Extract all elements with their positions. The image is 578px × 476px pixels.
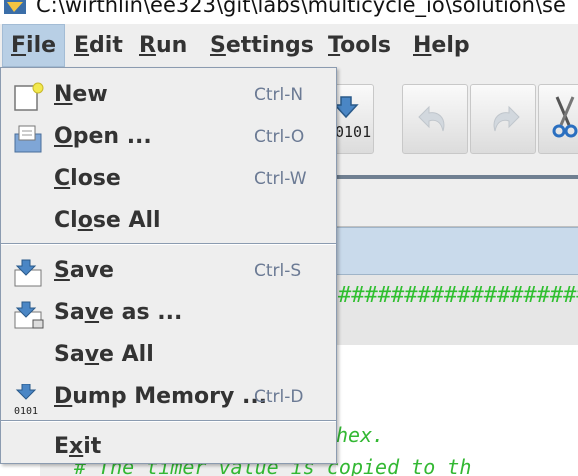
menu-item-exit[interactable]: Exit: [1, 426, 336, 468]
menu-item-new[interactable]: New Ctrl-N: [1, 74, 336, 116]
menu-item-label: Open ...: [54, 124, 152, 149]
menu-separator: [1, 420, 336, 422]
undo-button[interactable]: [402, 84, 468, 154]
menu-item-label: Close: [54, 166, 121, 191]
save-icon: [14, 259, 42, 287]
menu-item-save-all[interactable]: Save All: [1, 334, 336, 376]
menu-item-label: Exit: [54, 434, 102, 459]
accelerator-label: Ctrl-D: [254, 387, 304, 407]
save-as-icon: [14, 301, 44, 329]
redo-icon: [493, 105, 520, 132]
menu-item-label: Save All: [54, 342, 154, 367]
menu-item-open[interactable]: Open ... Ctrl-O: [1, 116, 336, 158]
menu-item-label: Save: [54, 258, 114, 283]
dump-icon-caption: 0101: [14, 406, 39, 417]
menu-settings[interactable]: Settings: [202, 24, 322, 67]
undo-icon: [418, 105, 445, 132]
code-line: hex.: [336, 423, 385, 447]
accelerator-label: Ctrl-W: [254, 169, 307, 189]
accelerator-label: Ctrl-O: [254, 127, 305, 147]
new-file-icon: [14, 82, 44, 111]
dump-caption: 0101: [335, 123, 372, 141]
menu-item-save-as[interactable]: Save as ...: [1, 292, 336, 334]
accelerator-label: Ctrl-N: [254, 85, 304, 105]
menu-run[interactable]: Run: [131, 24, 195, 67]
dump-memory-icon: [333, 96, 359, 119]
menu-bar: File Edit Run Settings Tools Help: [0, 24, 578, 67]
code-editor[interactable]: hex. # The timer value is copied to th: [74, 345, 578, 476]
title-bar: C:\wirthlin\ee323\git\labs\multicycle_io…: [0, 0, 578, 24]
window-title: C:\wirthlin\ee323\git\labs\multicycle_io…: [36, 0, 566, 17]
menu-item-save[interactable]: Save Ctrl-S: [1, 250, 336, 292]
menu-item-label: Save as ...: [54, 300, 183, 325]
tab-strip: [336, 179, 578, 227]
file-menu-dropdown: New Ctrl-N Open ... Ctrl-O Close Ctrl-W …: [0, 67, 337, 464]
menu-item-close-all[interactable]: Close All: [1, 200, 336, 242]
menu-separator: [1, 243, 336, 245]
hash-comment-line: ####################################: [338, 284, 578, 308]
editor-header-band: ####################################: [336, 275, 578, 345]
app-icon: [4, 0, 26, 14]
menu-file[interactable]: File: [2, 24, 66, 67]
open-file-icon: [14, 125, 42, 153]
menu-item-label: Dump Memory ...: [54, 384, 268, 409]
menu-tools[interactable]: Tools: [320, 24, 399, 67]
accelerator-label: Ctrl-S: [254, 261, 302, 281]
editor-tab-header: [336, 227, 578, 275]
redo-button[interactable]: [470, 84, 536, 154]
menu-item-dump-memory[interactable]: 0101 Dump Memory ... Ctrl-D: [1, 376, 336, 418]
cut-button[interactable]: [538, 84, 578, 154]
menu-item-close[interactable]: Close Ctrl-W: [1, 158, 336, 200]
scissors-icon: [552, 96, 578, 138]
menu-edit[interactable]: Edit: [66, 24, 131, 67]
menu-item-label: Close All: [54, 208, 161, 233]
menu-item-label: New: [54, 82, 108, 107]
menu-help[interactable]: Help: [405, 24, 478, 67]
